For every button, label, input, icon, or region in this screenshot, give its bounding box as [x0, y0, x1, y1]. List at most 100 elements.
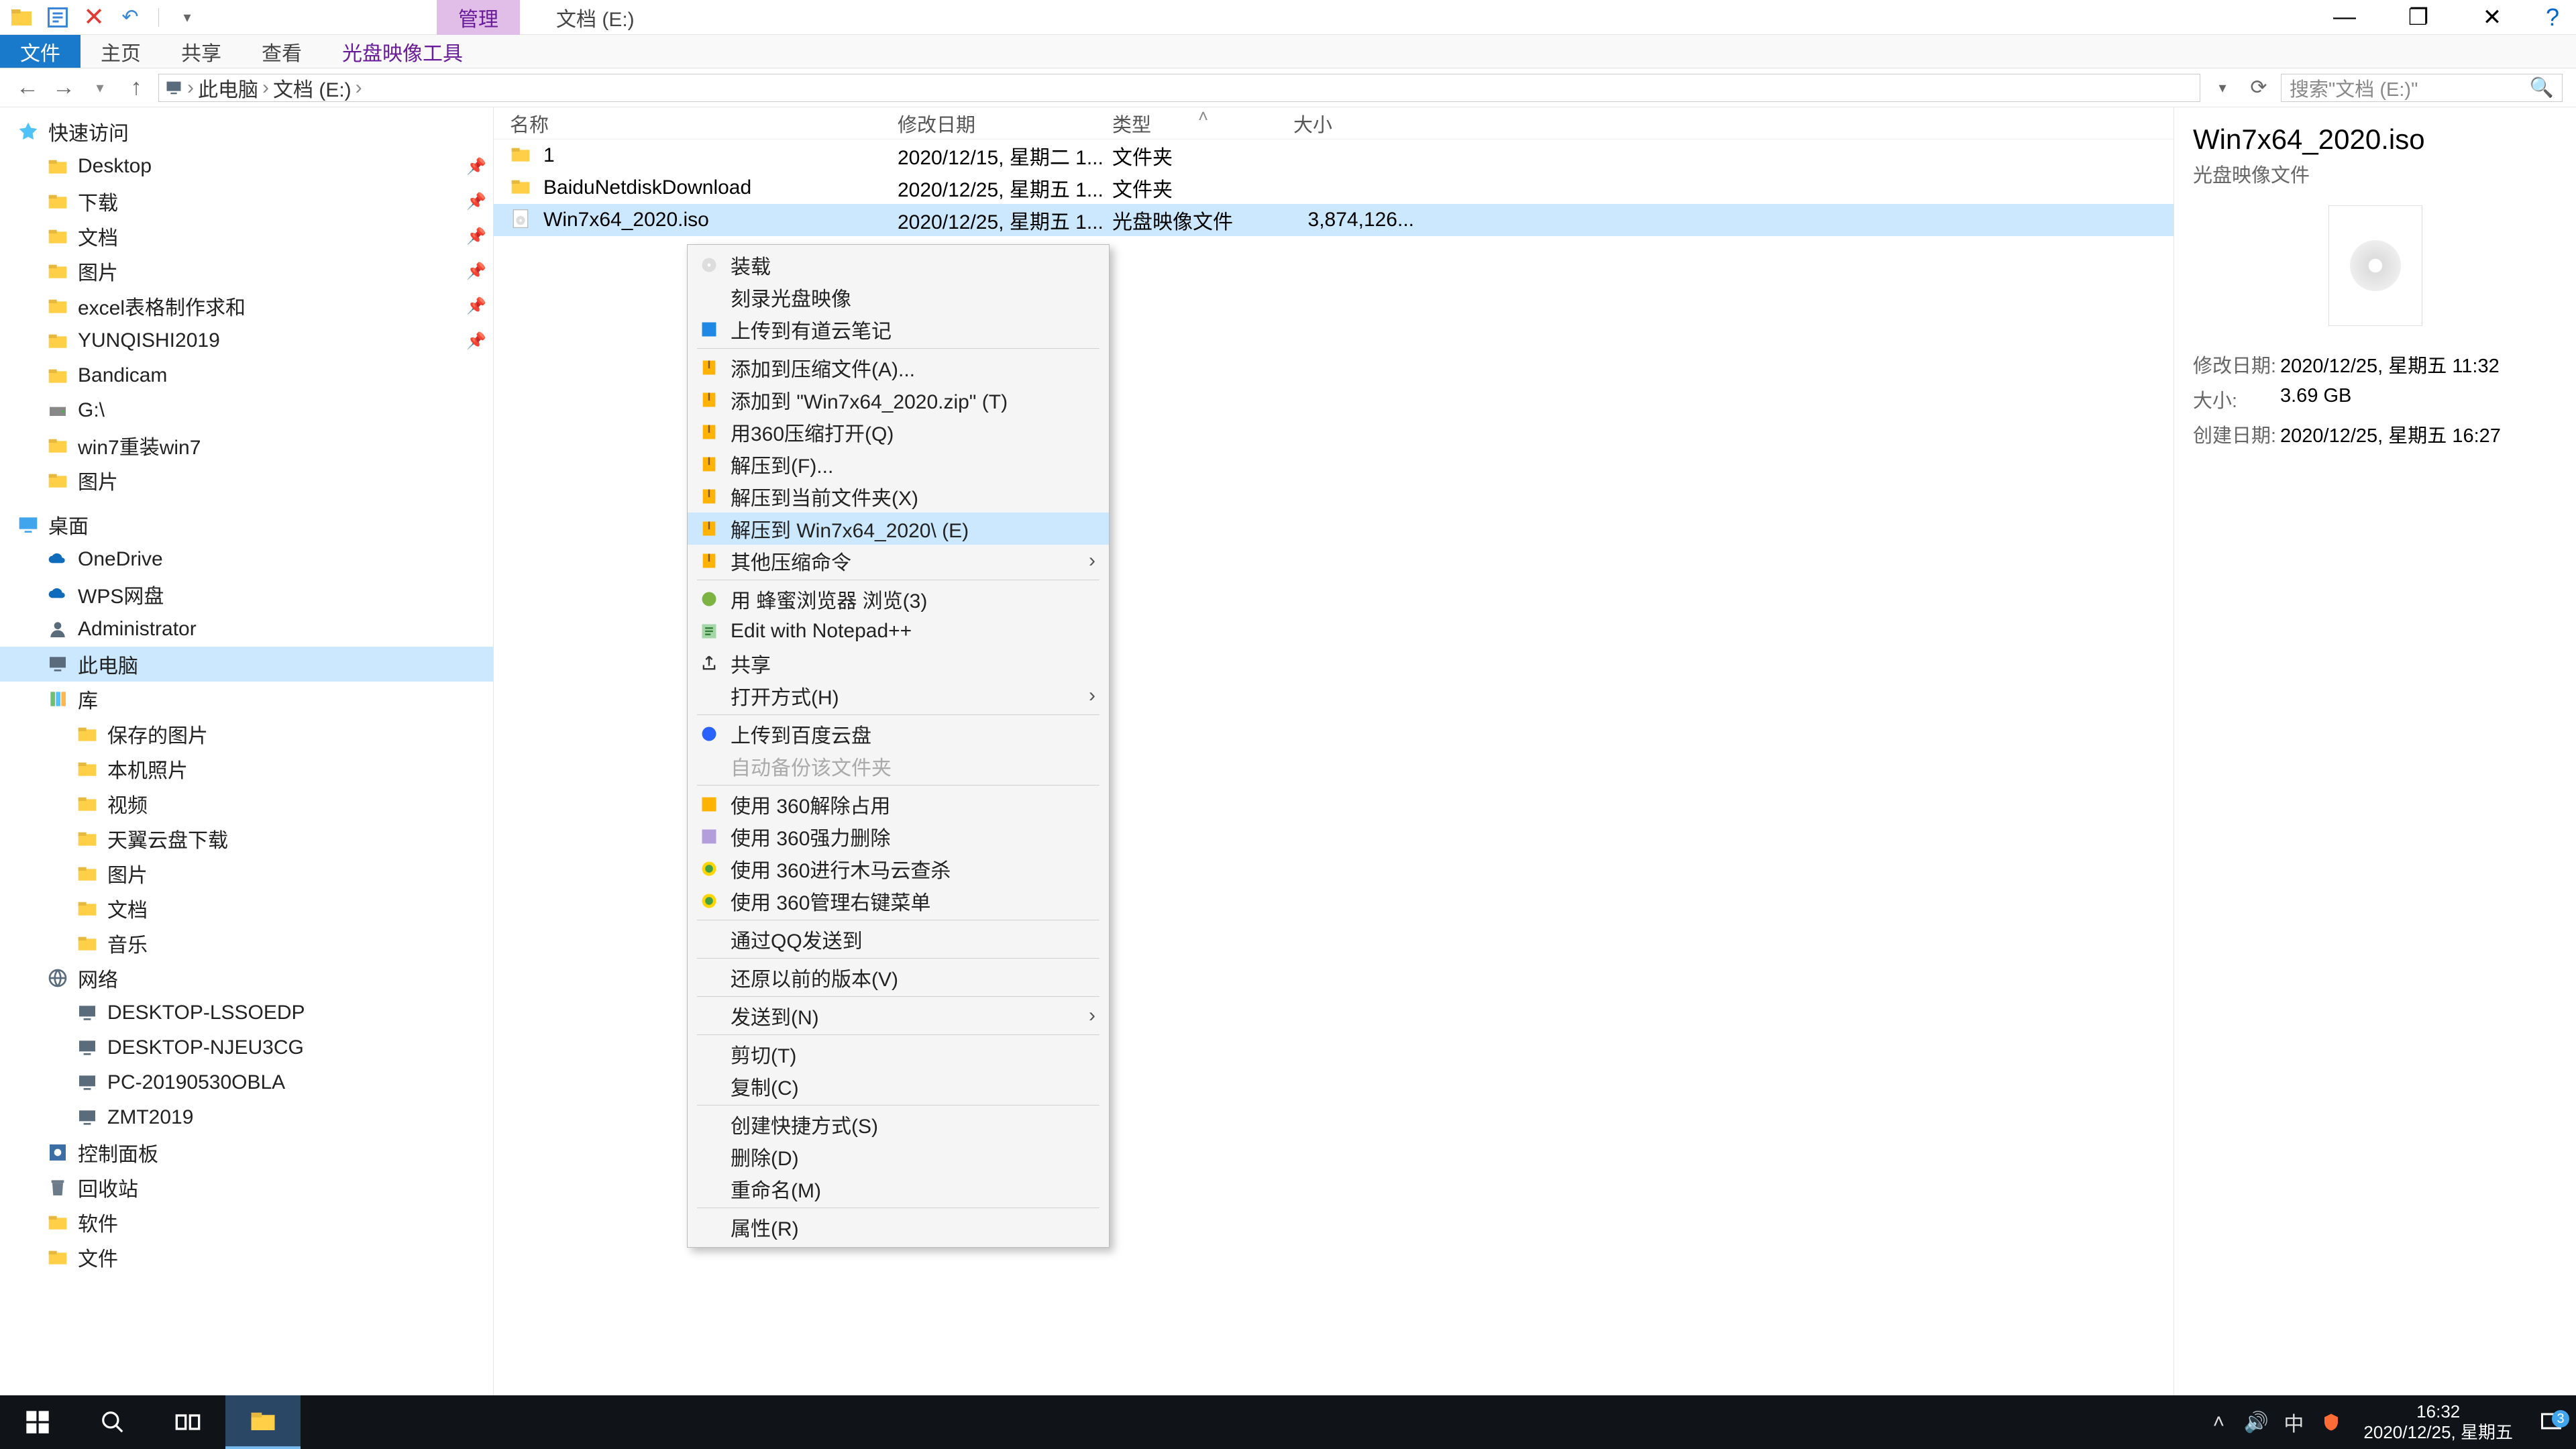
- taskbar-clock[interactable]: 16:32 2020/12/25, 星期五: [2350, 1401, 2526, 1443]
- nav-item[interactable]: 天翼云盘下载: [0, 821, 493, 856]
- context-menu-item[interactable]: 使用 360解除占用: [688, 788, 1109, 820]
- nav-item[interactable]: Desktop📌: [0, 149, 493, 184]
- file-row[interactable]: Win7x64_2020.iso 2020/12/25, 星期五 1... 光盘…: [494, 204, 2174, 236]
- context-menu-item[interactable]: 解压到(F)...: [688, 448, 1109, 480]
- nav-up-button[interactable]: ↑: [122, 74, 150, 101]
- col-date[interactable]: 修改日期: [898, 109, 1112, 138]
- action-center-button[interactable]: 3: [2526, 1410, 2576, 1434]
- nav-forward-button[interactable]: →: [50, 74, 78, 101]
- nav-item[interactable]: excel表格制作求和📌: [0, 288, 493, 323]
- tab-file[interactable]: 文件: [0, 35, 80, 68]
- col-name[interactable]: 名称: [510, 109, 898, 138]
- context-menu-item[interactable]: 上传到百度云盘: [688, 718, 1109, 750]
- nav-item[interactable]: OneDrive: [0, 542, 493, 577]
- context-menu-item[interactable]: 上传到有道云笔记: [688, 313, 1109, 345]
- context-menu-item[interactable]: 还原以前的版本(V): [688, 961, 1109, 994]
- context-menu-item[interactable]: 重命名(M): [688, 1173, 1109, 1205]
- search-input[interactable]: 搜索"文档 (E:)" 🔍: [2281, 74, 2563, 102]
- tray-ime-icon[interactable]: 中: [2275, 1407, 2312, 1437]
- context-menu-item[interactable]: 装载: [688, 249, 1109, 281]
- context-menu-item[interactable]: 发送到(N) ›: [688, 1000, 1109, 1032]
- nav-item[interactable]: YUNQISHI2019📌: [0, 323, 493, 358]
- context-menu-item[interactable]: 解压到 Win7x64_2020\ (E): [688, 513, 1109, 545]
- minimize-button[interactable]: —: [2308, 0, 2381, 35]
- nav-item[interactable]: 文档: [0, 891, 493, 926]
- context-menu-item[interactable]: 创建快捷方式(S): [688, 1108, 1109, 1140]
- nav-item[interactable]: 保存的图片: [0, 716, 493, 751]
- context-menu-item[interactable]: 剪切(T): [688, 1038, 1109, 1070]
- nav-item[interactable]: win7重装win7: [0, 428, 493, 463]
- qat-delete-icon[interactable]: ✕: [82, 5, 106, 30]
- nav-item[interactable]: Administrator: [0, 612, 493, 647]
- help-button[interactable]: ?: [2529, 0, 2576, 35]
- nav-item[interactable]: 图片📌: [0, 254, 493, 288]
- qat-customize-icon[interactable]: ▾: [175, 5, 199, 30]
- navigation-pane[interactable]: 快速访问Desktop📌下载📌文档📌图片📌excel表格制作求和📌YUNQISH…: [0, 107, 494, 1419]
- context-menu-item[interactable]: 刻录光盘映像: [688, 281, 1109, 313]
- column-headers[interactable]: ˄ 名称 修改日期 类型 大小: [494, 107, 2174, 140]
- nav-item[interactable]: 视频: [0, 786, 493, 821]
- nav-item[interactable]: 本机照片: [0, 751, 493, 786]
- close-button[interactable]: ✕: [2455, 0, 2529, 35]
- taskbar-explorer[interactable]: [225, 1395, 301, 1449]
- nav-recent-dropdown[interactable]: ▾: [86, 79, 114, 97]
- context-menu-item[interactable]: 删除(D): [688, 1140, 1109, 1173]
- col-size[interactable]: 大小: [1293, 109, 1428, 138]
- nav-item[interactable]: 库: [0, 682, 493, 716]
- tray-security-icon[interactable]: [2312, 1412, 2350, 1432]
- nav-item[interactable]: 音乐: [0, 926, 493, 961]
- context-menu-item[interactable]: 用 蜂蜜浏览器 浏览(3): [688, 583, 1109, 615]
- context-menu-item[interactable]: 添加到压缩文件(A)...: [688, 352, 1109, 384]
- context-menu-item[interactable]: 使用 360进行木马云查杀: [688, 853, 1109, 885]
- refresh-button[interactable]: ⟳: [2245, 76, 2273, 99]
- context-menu-item[interactable]: 打开方式(H) ›: [688, 680, 1109, 712]
- nav-item[interactable]: 图片: [0, 856, 493, 891]
- nav-item[interactable]: 快速访问: [0, 114, 493, 149]
- tab-disc-image-tools[interactable]: 光盘映像工具: [322, 35, 483, 68]
- nav-back-button[interactable]: ←: [13, 74, 42, 101]
- task-view-button[interactable]: [150, 1395, 225, 1449]
- context-menu-item[interactable]: 使用 360强力删除: [688, 820, 1109, 853]
- maximize-button[interactable]: ❐: [2381, 0, 2455, 35]
- nav-item[interactable]: WPS网盘: [0, 577, 493, 612]
- context-menu-item[interactable]: 解压到当前文件夹(X): [688, 480, 1109, 513]
- nav-item[interactable]: ZMT2019: [0, 1100, 493, 1135]
- context-menu-item[interactable]: Edit with Notepad++: [688, 615, 1109, 647]
- nav-item[interactable]: 网络: [0, 961, 493, 996]
- context-menu-item[interactable]: 共享: [688, 647, 1109, 680]
- nav-item[interactable]: 软件: [0, 1205, 493, 1240]
- context-menu-item[interactable]: 其他压缩命令 ›: [688, 545, 1109, 577]
- nav-item[interactable]: 回收站: [0, 1170, 493, 1205]
- start-button[interactable]: [0, 1395, 75, 1449]
- tray-overflow-button[interactable]: ˄: [2200, 1411, 2237, 1434]
- nav-item[interactable]: 控制面板: [0, 1135, 493, 1170]
- breadcrumb-seg[interactable]: 文档 (E:): [273, 73, 352, 103]
- nav-item[interactable]: PC-20190530OBLA: [0, 1065, 493, 1100]
- address-breadcrumb[interactable]: › 此电脑 › 文档 (E:) ›: [158, 74, 2200, 102]
- context-menu-item[interactable]: 使用 360管理右键菜单: [688, 885, 1109, 917]
- qat-properties-icon[interactable]: [46, 5, 70, 30]
- context-menu-item[interactable]: 复制(C): [688, 1070, 1109, 1102]
- nav-item[interactable]: 文档📌: [0, 219, 493, 254]
- nav-item[interactable]: G:\: [0, 393, 493, 428]
- file-row[interactable]: 1 2020/12/15, 星期二 1... 文件夹: [494, 140, 2174, 172]
- context-menu-item[interactable]: 用360压缩打开(Q): [688, 416, 1109, 448]
- context-menu-item[interactable]: 添加到 "Win7x64_2020.zip" (T): [688, 384, 1109, 416]
- qat-undo-icon[interactable]: ↶: [118, 5, 142, 30]
- nav-item[interactable]: DESKTOP-LSSOEDP: [0, 996, 493, 1030]
- breadcrumb-root[interactable]: 此电脑: [198, 73, 258, 103]
- tab-share[interactable]: 共享: [161, 35, 241, 68]
- context-menu-item[interactable]: 通过QQ发送到: [688, 923, 1109, 955]
- tray-volume-icon[interactable]: 🔊: [2237, 1411, 2275, 1434]
- tab-home[interactable]: 主页: [80, 35, 161, 68]
- file-row[interactable]: BaiduNetdiskDownload 2020/12/25, 星期五 1..…: [494, 172, 2174, 204]
- address-dropdown-button[interactable]: ▾: [2208, 79, 2237, 97]
- nav-item[interactable]: 桌面: [0, 507, 493, 542]
- nav-item[interactable]: DESKTOP-NJEU3CG: [0, 1030, 493, 1065]
- nav-item[interactable]: 此电脑: [0, 647, 493, 682]
- nav-item[interactable]: 下载📌: [0, 184, 493, 219]
- nav-item[interactable]: Bandicam: [0, 358, 493, 393]
- nav-item[interactable]: 文件: [0, 1240, 493, 1275]
- nav-item[interactable]: 图片: [0, 463, 493, 498]
- tab-view[interactable]: 查看: [241, 35, 322, 68]
